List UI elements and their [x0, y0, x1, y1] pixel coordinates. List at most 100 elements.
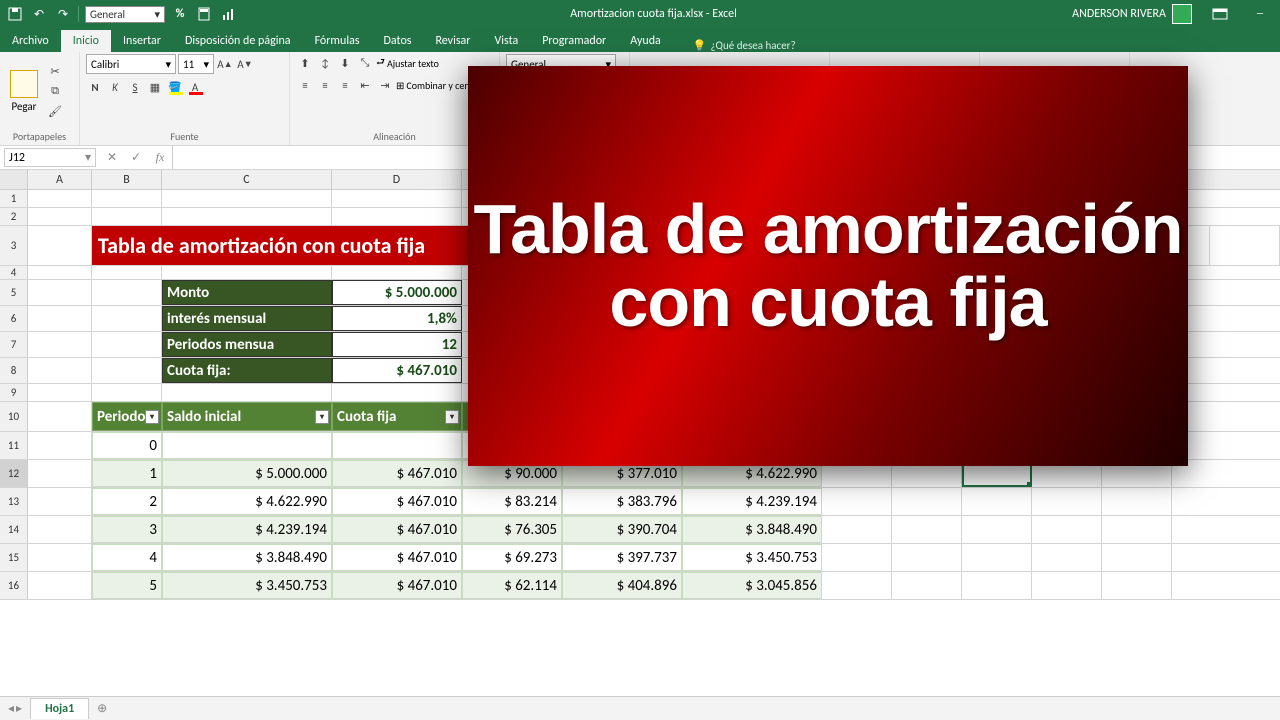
cell[interactable]: $ 467.010	[332, 358, 462, 383]
paste-button[interactable]: Pegar	[6, 68, 42, 115]
row-head[interactable]: 8	[0, 358, 28, 383]
cell[interactable]: 2	[92, 488, 162, 515]
cell[interactable]	[1032, 516, 1102, 543]
cell[interactable]: $ 3.450.753	[162, 572, 332, 599]
cell[interactable]: 1	[92, 460, 162, 487]
tab-archivo[interactable]: Archivo	[0, 30, 61, 52]
cell[interactable]	[28, 226, 92, 265]
cell[interactable]	[28, 280, 92, 305]
minimize-icon[interactable]: ─	[1240, 0, 1280, 28]
cell[interactable]: Periodo▾	[92, 402, 162, 431]
cell[interactable]	[162, 432, 332, 459]
chart-icon[interactable]	[219, 5, 237, 23]
cell[interactable]	[892, 544, 962, 571]
cell[interactable]: $ 5.000.000	[162, 460, 332, 487]
cell[interactable]	[822, 544, 892, 571]
cell[interactable]	[332, 190, 462, 207]
tab-programador[interactable]: Programador	[530, 30, 618, 52]
qat-number-format[interactable]: General▾	[85, 6, 165, 23]
cell[interactable]	[1102, 572, 1172, 599]
cell[interactable]: $ 83.214	[462, 488, 562, 515]
cell[interactable]: $ 4.622.990	[162, 488, 332, 515]
fill-color-icon[interactable]: 🪣	[166, 78, 184, 96]
align-middle-icon[interactable]: ↕	[316, 54, 334, 72]
align-bottom-icon[interactable]: ⬇	[336, 54, 354, 72]
cell[interactable]	[28, 358, 92, 383]
cell[interactable]	[92, 280, 162, 305]
cell[interactable]: $ 383.796	[562, 488, 682, 515]
filter-dropdown-icon[interactable]: ▾	[445, 410, 459, 424]
align-center-icon[interactable]: ≡	[316, 76, 334, 94]
filter-dropdown-icon[interactable]: ▾	[145, 410, 159, 424]
cell[interactable]: $ 390.704	[562, 516, 682, 543]
cell[interactable]	[332, 432, 462, 459]
col-head-b[interactable]: B	[92, 170, 162, 189]
cell[interactable]	[28, 306, 92, 331]
cell[interactable]	[1102, 516, 1172, 543]
cell[interactable]	[162, 208, 332, 225]
cell[interactable]: $ 3.848.490	[682, 516, 822, 543]
cell[interactable]: $ 467.010	[332, 460, 462, 487]
row-head[interactable]: 7	[0, 332, 28, 357]
cell[interactable]	[162, 384, 332, 401]
cell[interactable]	[28, 208, 92, 225]
cell[interactable]	[28, 572, 92, 599]
cell[interactable]	[962, 572, 1032, 599]
insert-function-icon[interactable]: fx	[148, 148, 172, 168]
cell[interactable]: $ 5.000.000	[332, 280, 462, 305]
row-head[interactable]: 2	[0, 208, 28, 225]
row-head[interactable]: 6	[0, 306, 28, 331]
row-head[interactable]: 13	[0, 488, 28, 515]
row-head[interactable]: 15	[0, 544, 28, 571]
calculator-icon[interactable]	[195, 5, 213, 23]
copy-icon[interactable]: ⧉	[46, 82, 64, 100]
row-head[interactable]: 10	[0, 402, 28, 431]
cell[interactable]	[92, 306, 162, 331]
add-sheet-icon[interactable]: ⊕	[89, 698, 115, 719]
cell[interactable]	[332, 208, 462, 225]
sheet-nav-last-icon[interactable]: ▸	[16, 701, 22, 716]
ribbon-options-icon[interactable]	[1200, 0, 1240, 28]
tab-datos[interactable]: Datos	[372, 30, 424, 52]
cell[interactable]: 0	[92, 432, 162, 459]
tell-me-search[interactable]: 💡 ¿Qué desea hacer?	[693, 39, 796, 52]
underline-icon[interactable]: S	[126, 78, 144, 96]
cell[interactable]	[92, 208, 162, 225]
increase-indent-icon[interactable]: ⇥	[376, 76, 394, 94]
border-icon[interactable]: ▦	[146, 78, 164, 96]
cell[interactable]: $ 3.045.856	[682, 572, 822, 599]
row-head[interactable]: 14	[0, 516, 28, 543]
cell[interactable]: 4	[92, 544, 162, 571]
align-top-icon[interactable]: ⬆	[296, 54, 314, 72]
col-head-a[interactable]: A	[28, 170, 92, 189]
cell[interactable]: 3	[92, 516, 162, 543]
tab-ayuda[interactable]: Ayuda	[618, 30, 673, 52]
col-head-c[interactable]: C	[162, 170, 332, 189]
cell[interactable]	[92, 384, 162, 401]
cell[interactable]: $ 4.239.194	[162, 516, 332, 543]
cell[interactable]	[162, 266, 332, 279]
save-icon[interactable]	[6, 5, 24, 23]
select-all-corner[interactable]	[0, 170, 28, 189]
cancel-formula-icon[interactable]: ✕	[100, 148, 124, 168]
cell[interactable]	[892, 572, 962, 599]
cell[interactable]: $ 467.010	[332, 544, 462, 571]
row-head[interactable]: 5	[0, 280, 28, 305]
cell[interactable]: Saldo inicial▾	[162, 402, 332, 431]
undo-icon[interactable]: ↶	[30, 5, 48, 23]
cell[interactable]	[162, 190, 332, 207]
cell[interactable]	[28, 432, 92, 459]
cell[interactable]: $ 467.010	[332, 572, 462, 599]
decrease-indent-icon[interactable]: ⇤	[356, 76, 374, 94]
enter-formula-icon[interactable]: ✓	[124, 148, 148, 168]
cell[interactable]: $ 62.114	[462, 572, 562, 599]
user-account[interactable]: ANDERSON RIVERA	[1064, 4, 1200, 24]
row-head[interactable]: 4	[0, 266, 28, 279]
tab-formulas[interactable]: Fórmulas	[303, 30, 372, 52]
font-name-select[interactable]: Calibri▾	[86, 54, 176, 74]
font-color-icon[interactable]: A	[186, 78, 204, 96]
cell[interactable]: $ 404.896	[562, 572, 682, 599]
cell[interactable]: $ 3.848.490	[162, 544, 332, 571]
bold-icon[interactable]: N	[86, 78, 104, 96]
cell[interactable]: Cuota fija:	[162, 358, 332, 383]
